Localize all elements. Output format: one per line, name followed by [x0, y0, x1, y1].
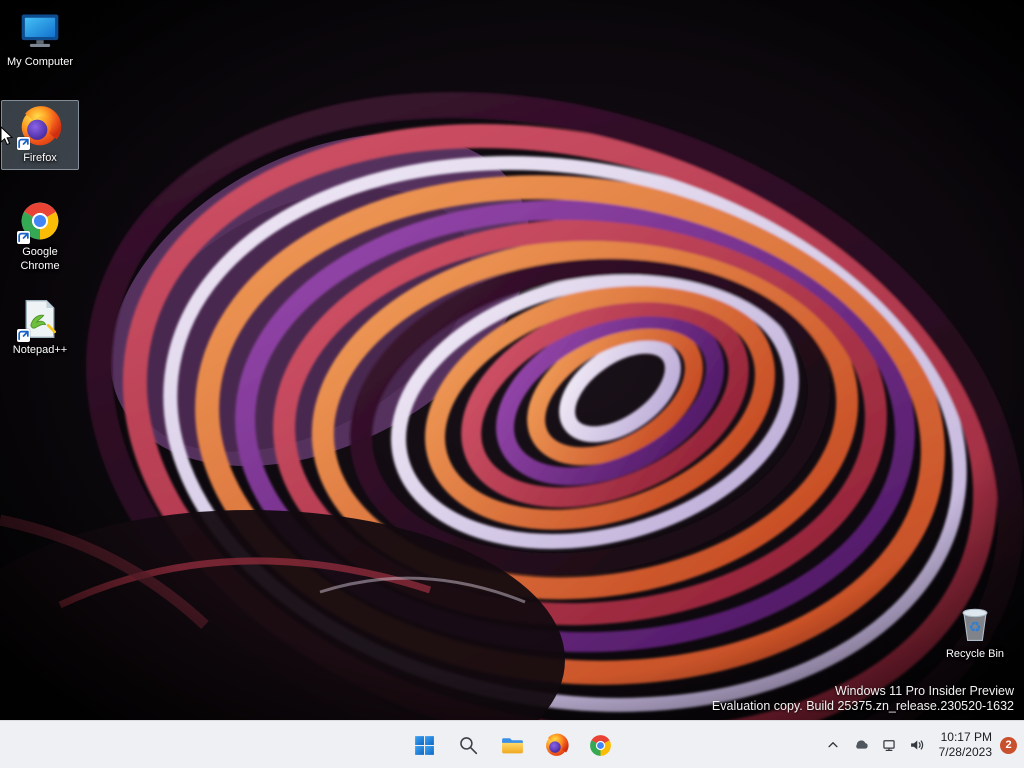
chevron-up-icon	[827, 742, 838, 748]
my-computer-icon	[18, 9, 62, 53]
desktop-icon-label: My Computer	[6, 56, 74, 68]
firefox-taskbar-button[interactable]	[536, 725, 576, 765]
firefox-icon	[544, 733, 569, 758]
shortcut-arrow-icon	[17, 329, 30, 342]
clock-date: 7/28/2023	[938, 745, 992, 759]
chrome-taskbar-button[interactable]	[580, 725, 620, 765]
cloud-icon	[855, 740, 868, 749]
evaluation-watermark: Windows 11 Pro Insider Preview Evaluatio…	[712, 684, 1014, 713]
network-icon	[882, 740, 895, 751]
recycle-bin-icon	[953, 601, 997, 645]
hidden-icons-button[interactable]	[819, 727, 847, 763]
notepadpp-icon	[17, 297, 62, 342]
shortcut-arrow-icon	[17, 231, 30, 244]
system-tray: 10:17 PM 7/28/2023 2	[819, 721, 1020, 768]
taskbar-center-icons	[404, 725, 620, 765]
start-icon	[414, 735, 434, 755]
shortcut-arrow-icon	[17, 137, 30, 150]
file-explorer-button[interactable]	[492, 725, 532, 765]
cloud-tray-button[interactable]	[847, 727, 875, 763]
desktop-icon-recycle-bin[interactable]: Recycle Bin	[936, 596, 1014, 666]
chrome-icon	[17, 199, 62, 244]
mouse-cursor	[0, 126, 14, 146]
firefox-icon	[17, 105, 62, 150]
desktop-icon-notepadpp[interactable]: Notepad++	[1, 292, 79, 362]
watermark-line1: Windows 11 Pro Insider Preview	[834, 684, 1014, 698]
clock-time: 10:17 PM	[940, 730, 992, 744]
watermark-line2: Evaluation copy. Build 25375.zn_release.…	[711, 698, 1014, 713]
file-explorer-icon	[501, 737, 523, 753]
taskbar-clock[interactable]: 10:17 PM 7/28/2023	[939, 730, 992, 760]
desktop-icon-my-computer[interactable]: My Computer	[1, 4, 79, 74]
network-tray-button[interactable]	[875, 727, 903, 763]
taskbar: 10:17 PM 7/28/2023 2	[0, 720, 1024, 768]
search-icon	[459, 736, 477, 754]
volume-tray-button[interactable]	[903, 727, 931, 763]
notification-badge[interactable]: 2	[1000, 736, 1017, 754]
chrome-icon	[589, 734, 611, 756]
volume-icon	[910, 739, 923, 751]
desktop[interactable]: My Computer Firefox Google Chrome Notepa…	[0, 0, 1024, 720]
desktop-icon-label: Recycle Bin	[945, 648, 1005, 660]
search-button[interactable]	[448, 725, 488, 765]
start-button[interactable]	[404, 725, 444, 765]
desktop-wallpaper	[0, 0, 1024, 720]
desktop-icon-google-chrome[interactable]: Google Chrome	[1, 194, 79, 278]
